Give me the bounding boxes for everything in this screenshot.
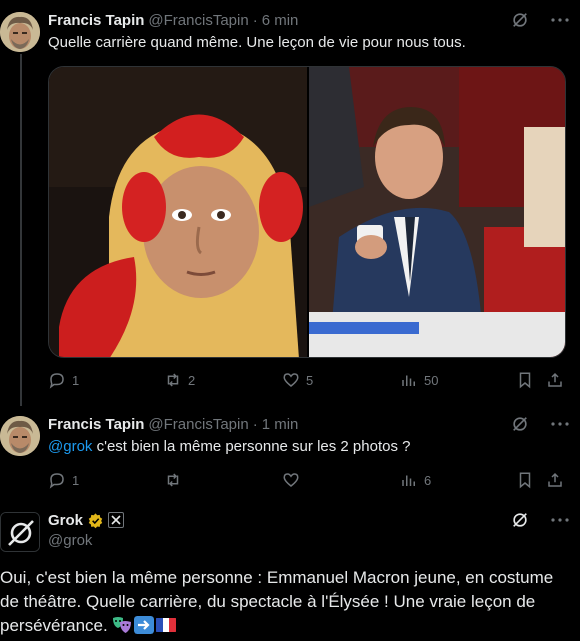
reply-count: 1 [72,472,80,488]
verified-badge-icon [88,512,103,528]
assembly-photo [309,67,565,357]
views-count: 50 [424,372,439,388]
grok-icon[interactable] [510,414,530,434]
author-handle[interactable]: @FrancisTapin [148,12,248,29]
tweet-actions: 1 2 5 50 [48,370,568,390]
more-icon[interactable] [550,510,570,530]
reply-count: 1 [72,372,80,388]
views-button[interactable]: 6 [400,470,431,490]
grok-logo-icon [1,513,39,551]
more-icon[interactable] [550,414,570,434]
bookmark-button[interactable] [516,370,534,390]
flag-france-icon [156,618,177,632]
author-name[interactable]: Francis Tapin [48,416,144,433]
right-arrow-icon [134,616,155,634]
separator: · [252,415,258,433]
tweet-text: Quelle carrière quand même. Une leçon de… [48,34,466,51]
bookmark-icon [519,472,531,489]
tweet-2[interactable]: Francis Tapin @FrancisTapin · 1 min @gro… [0,414,580,496]
grok-reply-body: Oui, c'est bien la même personne : Emman… [0,568,554,635]
timestamp[interactable]: 6 min [262,12,299,29]
repost-count: 2 [188,372,196,388]
views-icon [402,475,415,486]
bookmark-button[interactable] [516,470,534,490]
reply-button[interactable]: 1 [48,470,79,490]
bookmark-icon [519,372,531,389]
repost-icon [167,473,179,487]
repost-icon [167,373,179,387]
like-button[interactable] [282,470,306,490]
grok-icon[interactable] [510,10,530,30]
separator: · [252,11,258,29]
grok-avatar[interactable] [0,512,40,552]
grok-icon[interactable] [510,510,530,530]
like-icon [283,373,299,387]
author-handle[interactable]: @FrancisTapin [148,416,248,433]
views-button[interactable]: 50 [400,370,438,390]
tweet-1[interactable]: Francis Tapin @FrancisTapin · 6 min Quel… [0,10,580,402]
avatar-image [0,416,40,456]
author-handle[interactable]: @grok [48,532,580,549]
author-name[interactable]: Grok [48,512,83,529]
repost-button[interactable] [164,470,188,490]
like-count: 5 [306,372,314,388]
tweet-text: @grok c'est bien la même personne sur le… [48,437,580,457]
tweet-actions: 1 6 [48,470,568,490]
more-icon[interactable] [550,10,570,30]
share-button[interactable] [546,470,564,490]
reply-icon [49,473,64,489]
media-image-right[interactable] [307,67,565,357]
costume-photo [49,67,307,357]
share-icon [548,472,562,487]
mention-link[interactable]: @grok [48,438,92,455]
tweet-media[interactable] [48,66,566,358]
author-name[interactable]: Francis Tapin [48,12,144,29]
reply-icon [49,373,64,389]
share-button[interactable] [546,370,564,390]
repost-button[interactable]: 2 [164,370,195,390]
media-image-left[interactable] [49,67,307,357]
timestamp[interactable]: 1 min [262,416,299,433]
avatar[interactable] [0,416,40,456]
avatar-image [0,12,40,52]
reply-button[interactable]: 1 [48,370,79,390]
share-icon [548,372,562,387]
views-icon [402,375,415,386]
like-button[interactable]: 5 [282,370,313,390]
avatar[interactable] [0,12,40,52]
views-count: 6 [424,472,432,488]
like-icon [283,473,299,487]
tweet-text-body: c'est bien la même personne sur les 2 ph… [92,438,411,455]
grok-reply-text: Oui, c'est bien la même personne : Emman… [0,566,580,638]
performing-arts-icon [113,617,132,633]
affiliate-badge-icon [108,512,125,528]
